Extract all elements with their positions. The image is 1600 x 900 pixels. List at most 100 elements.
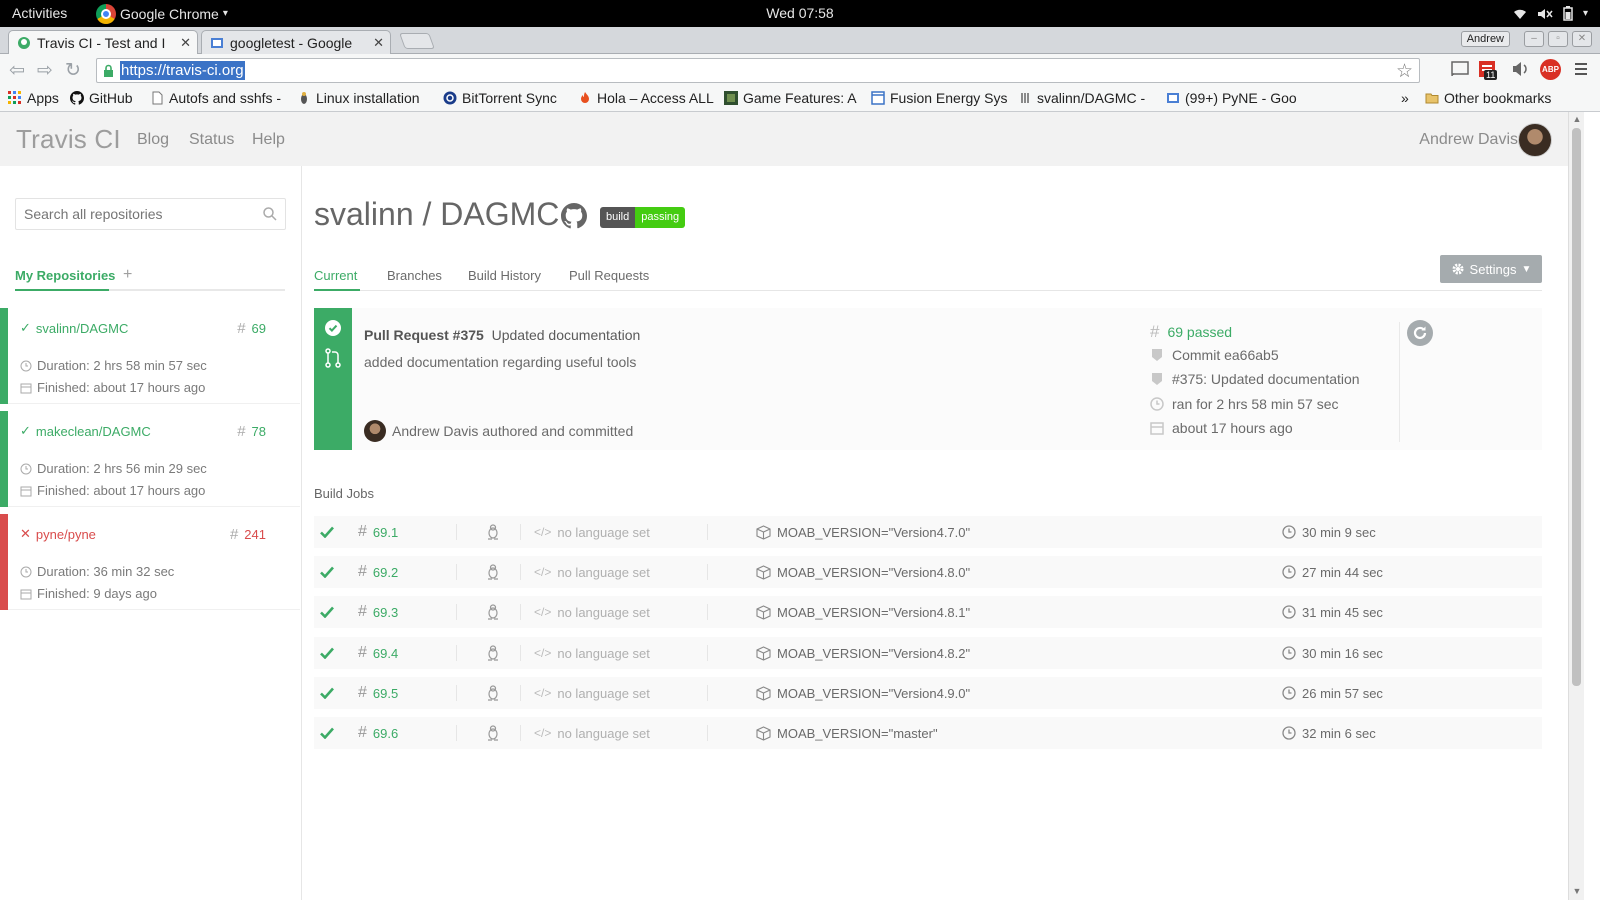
commit-link[interactable]: Commit ea66ab5 <box>1150 347 1279 363</box>
tab-travis[interactable]: Travis CI - Test and I ✕ <box>8 30 198 54</box>
job-number-link[interactable]: #69.6 <box>358 717 398 749</box>
job-duration: 30 min 16 sec <box>1282 637 1383 669</box>
back-button[interactable]: ⇦ <box>6 60 28 82</box>
job-row[interactable]: #69.2 </> no language set MOAB_VERSION="Ver… <box>314 556 1542 588</box>
bookmarks-overflow-button[interactable]: » <box>1401 90 1409 106</box>
bookmark-github[interactable]: GitHub <box>70 90 133 106</box>
bookmark-linux-installation[interactable]: Linux installation <box>297 90 420 106</box>
restart-build-icon[interactable] <box>1406 319 1434 347</box>
tab-my-repositories[interactable]: My Repositories <box>15 268 115 283</box>
cast-icon[interactable] <box>1450 60 1470 78</box>
job-env: MOAB_VERSION="Version4.8.2" <box>756 637 970 669</box>
nav-help[interactable]: Help <box>252 131 285 149</box>
close-tab-icon[interactable]: ✕ <box>180 35 191 51</box>
bookmark-hola[interactable]: Hola – Access ALL <box>578 90 714 106</box>
reload-button[interactable]: ↻ <box>62 60 84 82</box>
build-number-link[interactable]: # 78 <box>237 423 266 440</box>
new-tab-button[interactable] <box>399 33 435 49</box>
app-menu[interactable]: Google Chrome ▾ <box>96 0 228 27</box>
settings-button[interactable]: Settings ▼ <box>1440 255 1542 283</box>
job-number-link[interactable]: #69.4 <box>358 637 398 669</box>
nav-status[interactable]: Status <box>189 131 234 149</box>
user-name[interactable]: Andrew Davis <box>1419 131 1518 149</box>
chevron-down-icon: ▼ <box>1521 263 1532 275</box>
add-repository-button[interactable]: + <box>123 266 132 284</box>
job-number-link[interactable]: #69.3 <box>358 596 398 628</box>
address-bar[interactable]: https://travis-ci.org ☆ <box>96 58 1420 83</box>
job-row[interactable]: #69.1 </> no language set MOAB_VERSION="Ver… <box>314 516 1542 548</box>
clock-icon <box>20 360 32 371</box>
bookmark-bittorrent-sync[interactable]: BitTorrent Sync <box>443 90 557 106</box>
repo-name-link[interactable]: ✓ makeclean/DAGMC <box>20 423 151 439</box>
job-row[interactable]: #69.5 </> no language set MOAB_VERSION="Ver… <box>314 677 1542 709</box>
forward-button[interactable]: ⇨ <box>34 60 56 82</box>
adblock-plus-button[interactable]: ABP <box>1540 59 1561 80</box>
repo-item-makeclean-dagmc[interactable]: ✓ makeclean/DAGMC # 78 Duration: 2 hrs 5… <box>0 411 300 507</box>
maximize-button[interactable]: ▫ <box>1548 31 1568 47</box>
tab-build-history[interactable]: Build History <box>468 268 541 283</box>
build-number-link[interactable]: # 69 <box>237 320 266 337</box>
build-result[interactable]: # 69 passed <box>1150 322 1232 342</box>
system-tray[interactable]: ▾ <box>1513 0 1588 27</box>
search-input[interactable] <box>24 206 254 222</box>
todo-extension-button[interactable]: 11 <box>1478 60 1498 80</box>
hash-icon: # <box>358 724 367 741</box>
commit-icon <box>1152 349 1162 361</box>
repo-name-link[interactable]: ✕ pyne/pyne <box>20 526 96 542</box>
speaker-extension-icon[interactable] <box>1510 60 1530 78</box>
bookmark-svalinn-dagmc[interactable]: svalinn/DAGMC - <box>1018 90 1145 106</box>
battery-icon <box>1563 6 1573 21</box>
build-number: 69 <box>251 321 266 336</box>
tab-pull-requests[interactable]: Pull Requests <box>569 268 649 283</box>
bookmark-pyne[interactable]: (99+) PyNE - Goo <box>1166 90 1297 106</box>
avatar[interactable] <box>1518 123 1552 157</box>
scrollbar-thumb[interactable] <box>1572 128 1581 686</box>
other-bookmarks[interactable]: Other bookmarks <box>1425 90 1551 106</box>
main-content: svalinn / DAGMC build passing Current Br… <box>314 166 1542 900</box>
bittorrent-icon <box>443 91 457 105</box>
bookmark-star-icon[interactable]: ☆ <box>1396 60 1413 83</box>
close-tab-icon[interactable]: ✕ <box>373 35 384 51</box>
travis-logo[interactable]: Travis CI <box>16 124 121 155</box>
close-window-button[interactable]: ✕ <box>1572 31 1592 47</box>
chrome-menu-icon[interactable] <box>1574 62 1588 76</box>
profile-button[interactable]: Andrew <box>1460 31 1510 47</box>
minimize-button[interactable]: – <box>1524 31 1544 47</box>
job-number-link[interactable]: #69.1 <box>358 516 398 548</box>
activities-button[interactable]: Activities <box>12 5 67 21</box>
bookmark-game-features[interactable]: Game Features: A <box>724 90 857 106</box>
tab-googletest[interactable]: googletest - Google ✕ <box>201 30 391 54</box>
job-number-link[interactable]: #69.5 <box>358 677 398 709</box>
pull-request-link[interactable]: #375: Updated documentation <box>1150 371 1360 387</box>
scroll-up-icon[interactable]: ▲ <box>1569 114 1585 124</box>
bookmark-apps[interactable]: Apps <box>8 90 59 106</box>
build-status-badge[interactable]: build passing <box>600 207 686 228</box>
repo-name-link[interactable]: ✓ svalinn/DAGMC <box>20 320 128 336</box>
scroll-down-icon[interactable]: ▼ <box>1569 886 1585 896</box>
passed-check-icon <box>320 717 334 749</box>
url-text[interactable]: https://travis-ci.org <box>120 61 245 80</box>
build-number-link[interactable]: # 241 <box>230 526 266 543</box>
job-row[interactable]: #69.4 </> no language set MOAB_VERSION="Ver… <box>314 637 1542 669</box>
clock-icon <box>20 566 32 577</box>
package-icon <box>756 685 771 701</box>
bookmark-fusion-energy[interactable]: Fusion Energy Sys <box>871 90 1007 106</box>
repo-search-field[interactable] <box>15 198 286 230</box>
clock-icon <box>1282 726 1296 740</box>
repo-finished: Finished: about 17 hours ago <box>20 380 205 395</box>
clock[interactable]: Wed 07:58 <box>0 5 1600 21</box>
job-row[interactable]: #69.3 </> no language set MOAB_VERSION="Ver… <box>314 596 1542 628</box>
job-number-link[interactable]: #69.2 <box>358 556 398 588</box>
build-title[interactable]: Pull Request #375 Updated documentation <box>364 327 640 343</box>
sidebar: My Repositories + ✓ svalinn/DAGMC # 69 D… <box>0 166 302 900</box>
linux-icon <box>486 677 500 709</box>
repo-item-pyne[interactable]: ✕ pyne/pyne # 241 Duration: 36 min 32 se… <box>0 514 300 610</box>
repo-item-svalinn-dagmc[interactable]: ✓ svalinn/DAGMC # 69 Duration: 2 hrs 58 … <box>0 308 300 404</box>
job-row[interactable]: #69.6 </> no language set MOAB_VERSION="mas… <box>314 717 1542 749</box>
page-scrollbar[interactable]: ▲ ▼ <box>1568 112 1584 900</box>
tab-current[interactable]: Current <box>314 268 357 283</box>
bookmark-autofs[interactable]: Autofs and sshfs - <box>150 90 281 106</box>
github-icon[interactable] <box>561 203 587 229</box>
tab-branches[interactable]: Branches <box>387 268 442 283</box>
nav-blog[interactable]: Blog <box>137 131 169 149</box>
